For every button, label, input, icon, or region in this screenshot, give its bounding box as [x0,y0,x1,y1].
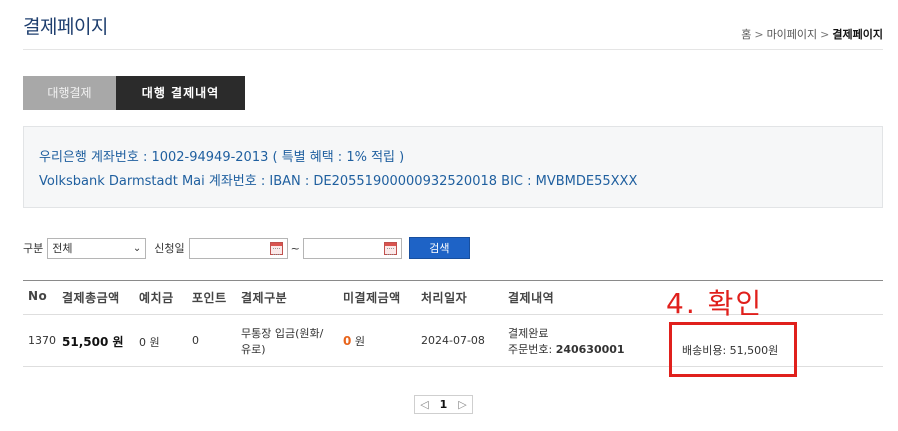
unpaid-amount: 0 [343,334,352,348]
tab-payment-history[interactable]: 대행 결제내역 [116,76,245,110]
account-line-volksbank: Volksbank Darmstadt Mai 계좌번호 : IBAN : DE… [39,174,638,189]
col-header-method: 결제구분 [241,291,288,305]
breadcrumb-current: 결제페이지 [832,28,883,41]
col-header-deposit: 예치금 [139,291,174,305]
cell-status: 결제완료 [508,327,549,340]
cell-unpaid: 0 원 [343,333,365,349]
breadcrumb-separator: > [754,27,764,41]
cell-method-line2: 유로) [241,343,266,356]
breadcrumb-separator: > [820,27,830,41]
date-from-input[interactable] [188,237,288,259]
account-line-woori: 우리은행 계좌번호 : 1002-94949-2013 ( 특별 혜택 : 1%… [39,150,405,165]
annotation-highlight-box [669,322,797,377]
cell-deposit: 0 원 [139,336,160,349]
unpaid-unit: 원 [354,335,365,348]
type-select-value: 전체 [52,242,73,255]
col-header-unpaid: 미결제금액 [343,291,401,305]
tab-payment[interactable]: 대행결제 [23,76,116,110]
order-number-label: 주문번호: [508,343,553,356]
cell-total: 51,500 원 [62,335,124,349]
date-range-separator: ~ [290,241,300,255]
order-number-value[interactable]: 240630001 [556,343,625,356]
annotation-label: 4. 확인 [666,287,764,320]
calendar-icon[interactable] [269,241,283,255]
cell-no: 1370 [28,334,56,347]
col-header-details: 결제내역 [508,291,555,305]
chevron-down-icon: ⌄ [132,242,142,254]
filter-bar: 구분 전체 ⌄ 신청일 ~ 검색 [23,237,470,259]
page-number-current[interactable]: 1 [434,398,453,411]
prev-page-icon[interactable]: ◁ [415,398,434,411]
breadcrumb: 홈 > 마이페이지 > 결제페이지 [741,26,883,42]
title-divider [23,49,883,50]
tab-bar: 대행결제 대행 결제내역 [23,76,245,110]
type-label: 구분 [23,242,44,255]
search-button[interactable]: 검색 [408,237,470,259]
col-header-no: No [28,289,48,303]
calendar-icon[interactable] [383,241,397,255]
date-label: 신청일 [154,242,185,255]
table-top-border [23,280,883,281]
col-header-total: 결제총금액 [62,291,120,305]
pagination: ◁ 1 ▷ [414,395,473,414]
page-title: 결제페이지 [23,16,108,38]
type-select[interactable]: 전체 ⌄ [47,237,147,259]
breadcrumb-mypage[interactable]: 마이페이지 [767,26,818,42]
cell-date: 2024-07-08 [421,334,485,347]
cell-method-line1: 무통장 입금(원화/ [241,327,324,340]
cell-order-number: 주문번호: 240630001 [508,341,625,357]
next-page-icon[interactable]: ▷ [453,398,472,411]
account-info-box: 우리은행 계좌번호 : 1002-94949-2013 ( 특별 혜택 : 1%… [23,126,883,208]
cell-points: 0 [192,334,199,347]
date-to-input[interactable] [302,237,402,259]
col-header-points: 포인트 [192,291,227,305]
col-header-date: 처리일자 [421,291,468,305]
breadcrumb-home[interactable]: 홈 [741,26,751,42]
